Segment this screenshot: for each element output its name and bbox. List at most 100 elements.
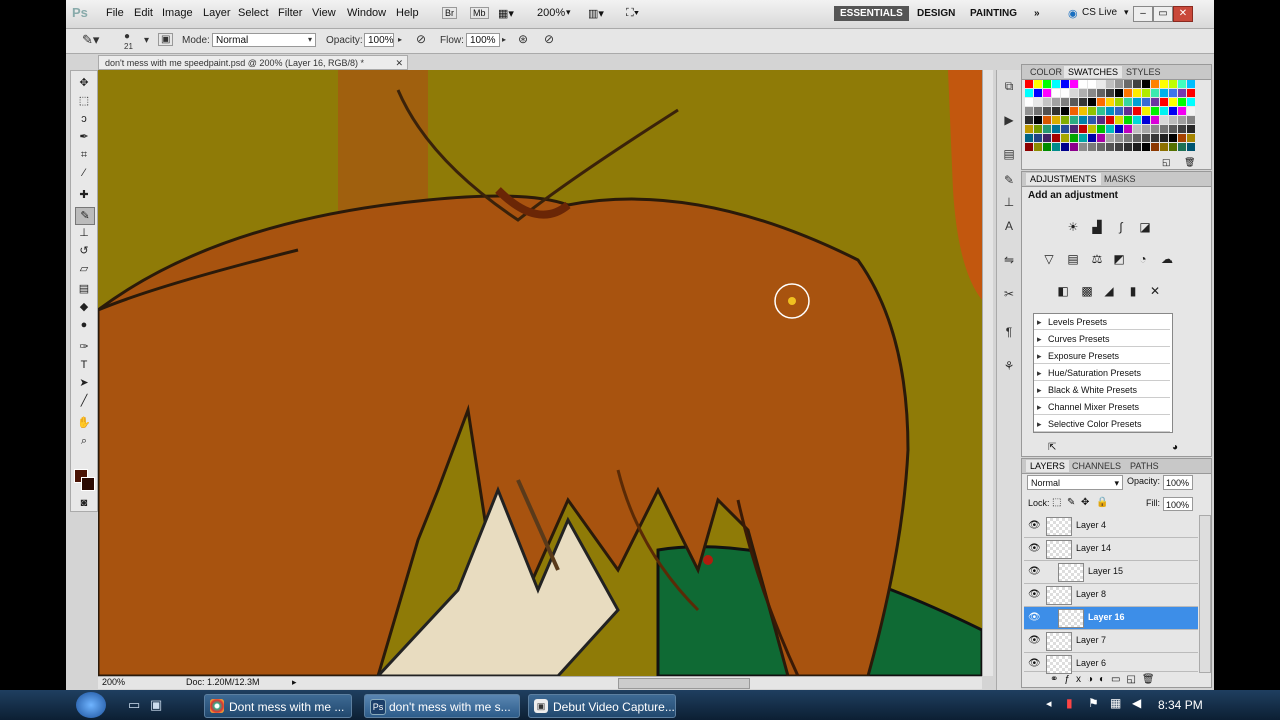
gradient-tool-icon[interactable]: ▤ bbox=[75, 281, 93, 297]
color-swatch[interactable] bbox=[1061, 98, 1069, 106]
color-swatch[interactable] bbox=[1133, 143, 1141, 151]
hue-saturation-icon[interactable]: ▤ bbox=[1066, 252, 1080, 266]
visibility-eye-icon[interactable]: 👁 bbox=[1028, 589, 1041, 600]
color-swatch[interactable] bbox=[1169, 125, 1177, 133]
workspace-essentials[interactable]: ESSENTIALS bbox=[834, 6, 909, 21]
color-swatch[interactable] bbox=[1088, 125, 1096, 133]
color-swatch[interactable] bbox=[1169, 116, 1177, 124]
preset-hue-saturation[interactable]: Hue/Saturation Presets bbox=[1034, 365, 1170, 381]
menu-layer[interactable]: Layer bbox=[203, 7, 231, 19]
menu-file[interactable]: File bbox=[106, 7, 124, 19]
color-swatch[interactable] bbox=[1106, 89, 1114, 97]
tab-swatches[interactable]: SWATCHES bbox=[1064, 66, 1123, 78]
color-swatch[interactable] bbox=[1124, 134, 1132, 142]
adjust-return-icon[interactable]: ⇱ bbox=[1048, 442, 1056, 453]
taskbar-debut[interactable]: ▣ Debut Video Capture... bbox=[528, 694, 676, 718]
color-swatch[interactable] bbox=[1043, 89, 1051, 97]
mode-select[interactable]: Normal bbox=[212, 33, 316, 47]
color-swatch[interactable] bbox=[1124, 116, 1132, 124]
menu-edit[interactable]: Edit bbox=[134, 7, 153, 19]
color-swatch[interactable] bbox=[1043, 80, 1051, 88]
type-tool-icon[interactable]: T bbox=[75, 357, 93, 373]
color-swatch[interactable] bbox=[1124, 89, 1132, 97]
color-swatch[interactable] bbox=[1178, 134, 1186, 142]
color-swatch[interactable] bbox=[1097, 89, 1105, 97]
color-swatch[interactable] bbox=[1061, 134, 1069, 142]
more-workspaces-icon[interactable]: » bbox=[1028, 6, 1046, 21]
color-swatch[interactable] bbox=[1079, 143, 1087, 151]
color-swatch[interactable] bbox=[1034, 125, 1042, 133]
brush-preset-icon[interactable]: ● bbox=[124, 31, 130, 42]
color-swatch[interactable] bbox=[1088, 134, 1096, 142]
color-swatch[interactable] bbox=[1043, 125, 1051, 133]
color-swatch[interactable] bbox=[1160, 107, 1168, 115]
lock-all-icon[interactable]: 🔒 bbox=[1096, 497, 1108, 508]
color-swatch[interactable] bbox=[1133, 80, 1141, 88]
flow-input[interactable]: 100% bbox=[466, 33, 500, 47]
color-swatch[interactable] bbox=[1160, 125, 1168, 133]
color-swatch[interactable] bbox=[1160, 89, 1168, 97]
maximize-button[interactable]: ▭ bbox=[1153, 6, 1173, 22]
menu-window[interactable]: Window bbox=[347, 7, 386, 19]
color-swatch[interactable] bbox=[1106, 143, 1114, 151]
paths-panel-icon[interactable]: ⇋ bbox=[1001, 252, 1017, 268]
visibility-eye-icon[interactable]: 👁 bbox=[1028, 543, 1041, 554]
menu-image[interactable]: Image bbox=[162, 7, 193, 19]
color-swatch[interactable] bbox=[1052, 116, 1060, 124]
color-swatch[interactable] bbox=[1025, 98, 1033, 106]
color-swatch[interactable] bbox=[1169, 98, 1177, 106]
color-swatch[interactable] bbox=[1133, 89, 1141, 97]
exposure-icon[interactable]: ◪ bbox=[1138, 220, 1152, 234]
color-swatch[interactable] bbox=[1097, 143, 1105, 151]
color-swatch[interactable] bbox=[1142, 134, 1150, 142]
color-swatch[interactable] bbox=[1106, 134, 1114, 142]
color-swatch[interactable] bbox=[1178, 98, 1186, 106]
color-swatch[interactable] bbox=[1052, 80, 1060, 88]
line-tool-icon[interactable]: ╱ bbox=[75, 393, 93, 409]
document-canvas[interactable] bbox=[98, 70, 982, 676]
zoom-dropdown-icon[interactable]: ▾ bbox=[566, 7, 571, 18]
color-swatch[interactable] bbox=[1097, 125, 1105, 133]
taskbar-photoshop[interactable]: Ps don't mess with me s... bbox=[364, 694, 520, 718]
color-swatch[interactable] bbox=[1034, 80, 1042, 88]
bridge-icon[interactable]: Br bbox=[442, 7, 457, 19]
history-panel-icon[interactable]: ⧉ bbox=[1001, 78, 1017, 94]
color-swatch[interactable] bbox=[1178, 107, 1186, 115]
color-swatch[interactable] bbox=[1160, 116, 1168, 124]
color-swatch[interactable] bbox=[1061, 80, 1069, 88]
color-swatch[interactable] bbox=[1079, 116, 1087, 124]
brightness-contrast-icon[interactable]: ☀ bbox=[1066, 220, 1080, 234]
color-swatch[interactable] bbox=[1115, 89, 1123, 97]
color-swatch[interactable] bbox=[1160, 80, 1168, 88]
healing-tool-icon[interactable]: ✚ bbox=[75, 187, 93, 203]
status-flyout-icon[interactable]: ▸ bbox=[292, 677, 297, 688]
color-swatch[interactable] bbox=[1097, 80, 1105, 88]
tab-color[interactable]: COLOR bbox=[1026, 66, 1066, 78]
cs-live-label[interactable]: CS Live bbox=[1082, 7, 1117, 18]
preset-channel-mixer[interactable]: Channel Mixer Presets bbox=[1034, 399, 1170, 415]
color-swatch[interactable] bbox=[1070, 134, 1078, 142]
adjust-clip-icon[interactable]: ◕ bbox=[1172, 442, 1178, 453]
color-swatch[interactable] bbox=[1115, 98, 1123, 106]
color-swatch[interactable] bbox=[1106, 116, 1114, 124]
color-swatch[interactable] bbox=[1070, 89, 1078, 97]
black-white-icon[interactable]: ◩ bbox=[1112, 252, 1126, 266]
color-swatch[interactable] bbox=[1115, 134, 1123, 142]
tablet-size-icon[interactable]: ⊘ bbox=[544, 32, 554, 46]
navigator-panel-icon[interactable]: ▤ bbox=[1001, 146, 1017, 162]
color-swatch[interactable] bbox=[1025, 116, 1033, 124]
color-swatch[interactable] bbox=[1034, 89, 1042, 97]
visibility-eye-icon[interactable]: 👁 bbox=[1028, 612, 1041, 623]
color-swatch[interactable] bbox=[1061, 107, 1069, 115]
preset-curves[interactable]: Curves Presets bbox=[1034, 331, 1170, 347]
color-swatch[interactable] bbox=[1178, 80, 1186, 88]
color-swatch[interactable] bbox=[1052, 98, 1060, 106]
tab-channels[interactable]: CHANNELS bbox=[1068, 460, 1125, 472]
color-swatch[interactable] bbox=[1142, 89, 1150, 97]
color-swatch[interactable] bbox=[1025, 125, 1033, 133]
marquee-tool-icon[interactable]: ⬚ bbox=[75, 93, 93, 109]
visibility-eye-icon[interactable]: 👁 bbox=[1028, 520, 1041, 531]
color-swatch[interactable] bbox=[1034, 116, 1042, 124]
color-swatch[interactable] bbox=[1034, 107, 1042, 115]
color-swatch[interactable] bbox=[1061, 116, 1069, 124]
